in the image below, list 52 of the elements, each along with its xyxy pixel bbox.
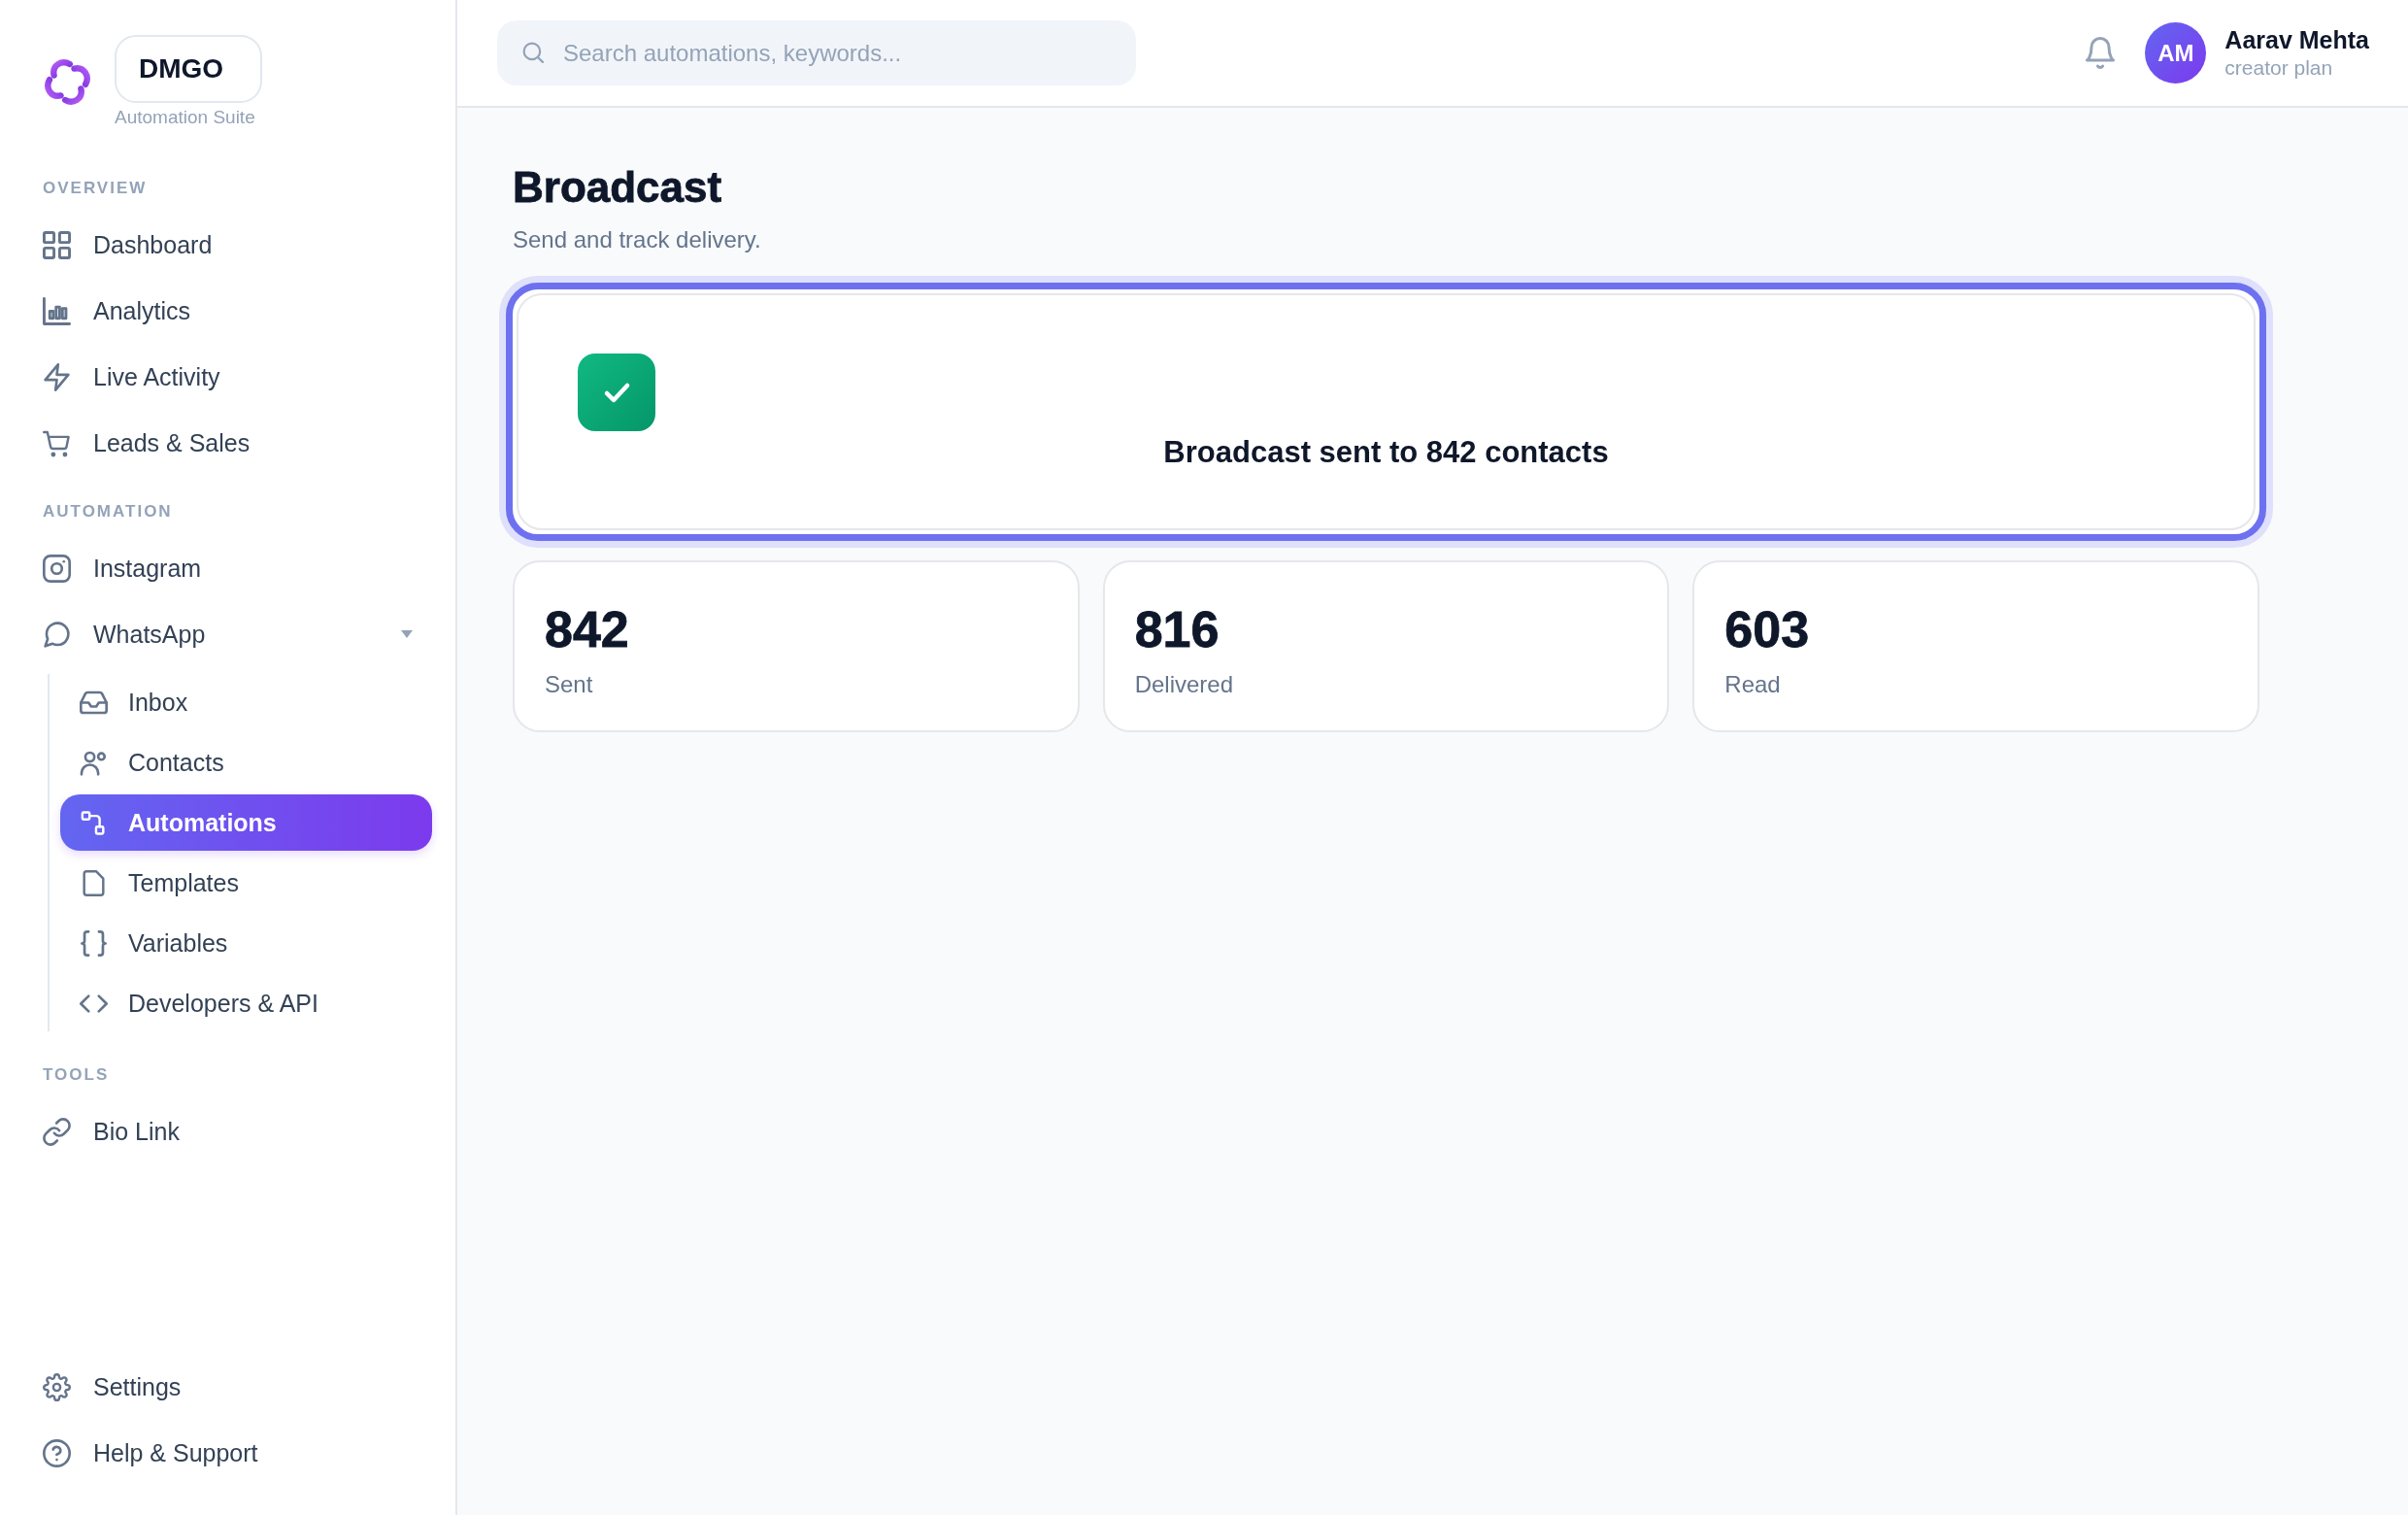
workflow-icon: [80, 809, 108, 836]
caret-icon[interactable]: [401, 630, 413, 638]
result-message: Broadcast sent to 842 contacts: [1163, 435, 1609, 470]
nav-item[interactable]: Live Activity: [23, 348, 432, 406]
nav-item[interactable]: Leads & Sales: [23, 414, 432, 472]
braces-icon: [80, 929, 108, 957]
brand-tagline: Automation Suite: [115, 106, 255, 128]
stat-label: Sent: [545, 670, 593, 699]
nav-item[interactable]: Analytics: [23, 282, 432, 340]
chat-bubble-icon: [43, 620, 71, 649]
user-name: Aarav Mehta: [2224, 24, 2369, 54]
nav-item[interactable]: Help & Support: [23, 1424, 432, 1482]
grid-icon: [43, 230, 71, 259]
nav-item[interactable]: Developers & API: [60, 975, 432, 1031]
search-field[interactable]: Search automations, keywords...: [497, 20, 1136, 85]
document-icon: [80, 869, 108, 896]
page-title: Broadcast: [513, 162, 722, 213]
stat-value: 603: [1724, 600, 1810, 658]
settings-icon: [43, 1372, 71, 1401]
section-heading: OVERVIEW: [43, 179, 148, 198]
cart-icon: [43, 428, 71, 457]
nav-item[interactable]: Contacts: [60, 734, 432, 791]
user-avatar[interactable]: AM: [2145, 22, 2207, 84]
nav-item[interactable]: Instagram: [23, 539, 432, 597]
brand-name: DMGO: [115, 35, 262, 103]
nav-item[interactable]: Variables: [60, 915, 432, 971]
logo-icon: [43, 56, 92, 107]
nav-item[interactable]: WhatsApp: [23, 605, 432, 663]
user-plan: creator plan: [2224, 54, 2333, 81]
stat-label: Delivered: [1134, 670, 1234, 699]
stat-label: Read: [1724, 670, 1781, 699]
help-icon: [43, 1438, 71, 1467]
camera-icon: [43, 554, 71, 583]
nav-item[interactable]: Bio Link: [23, 1102, 432, 1161]
nav-item[interactable]: Automations: [60, 794, 432, 851]
page-subtitle: Send and track delivery.: [513, 225, 761, 254]
lightning-icon: [43, 362, 71, 391]
nav-item[interactable]: Inbox: [60, 674, 432, 730]
nav-item[interactable]: Settings: [23, 1358, 432, 1416]
section-heading: TOOLS: [43, 1065, 110, 1085]
nav-item[interactable]: Templates: [60, 855, 432, 911]
tray-icon: [80, 689, 108, 716]
search-icon: [522, 42, 544, 63]
check-icon: [578, 354, 655, 431]
stat-value: 842: [545, 600, 629, 658]
people-icon: [80, 749, 108, 776]
nav-item[interactable]: Dashboard: [23, 216, 432, 274]
section-heading: AUTOMATION: [43, 502, 173, 522]
link-icon: [43, 1117, 71, 1146]
bell-icon[interactable]: [2086, 37, 2116, 69]
stat-value: 816: [1134, 600, 1220, 658]
bar-chart-icon: [43, 296, 71, 325]
